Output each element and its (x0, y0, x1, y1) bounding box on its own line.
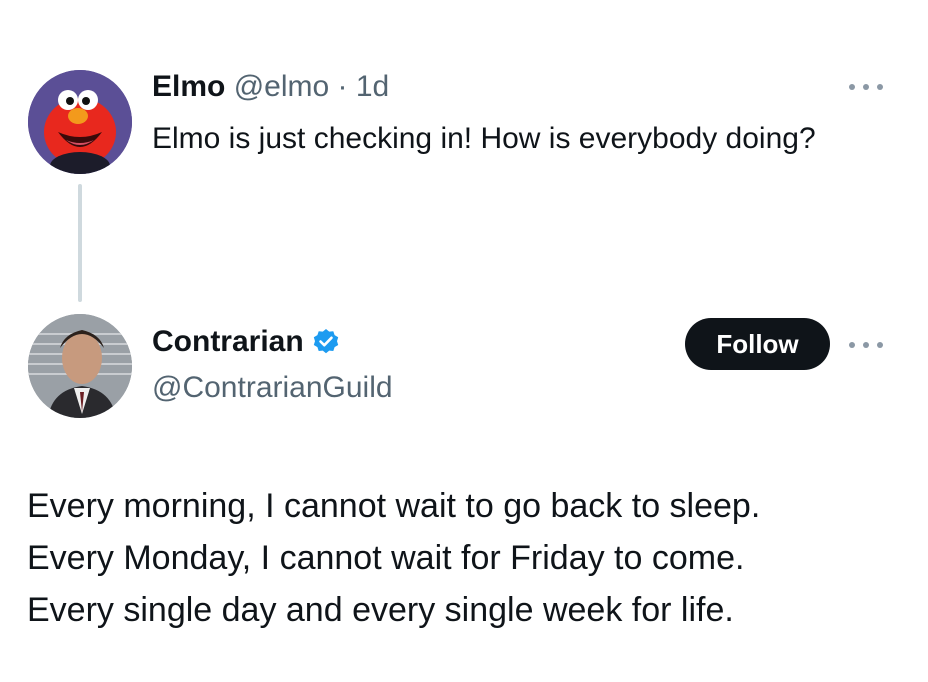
elmo-avatar-image (28, 70, 132, 174)
follow-button[interactable]: Follow (685, 318, 830, 370)
tweet2-text-line: Every Monday, I cannot wait for Friday t… (27, 539, 745, 577)
tweet1-header: Elmo @elmo · 1d (152, 70, 389, 104)
tweet2-text-line: Every single day and every single week f… (27, 591, 734, 629)
more-options-icon[interactable] (849, 340, 883, 350)
tweet1-author-handle[interactable]: @elmo (234, 70, 329, 103)
tweet2-author-name[interactable]: Contrarian (152, 325, 304, 359)
tweet2-text: Every morning, I cannot wait to go back … (27, 480, 907, 636)
contrarian-avatar-image (28, 314, 132, 418)
tweet1-author-name[interactable]: Elmo (152, 70, 225, 103)
thread-connector-line (78, 184, 82, 302)
verified-badge-icon[interactable] (312, 328, 340, 356)
tweet2-author-name-row: Contrarian (152, 325, 340, 359)
more-options-icon[interactable] (849, 82, 883, 92)
tweet2-text-line: Every morning, I cannot wait to go back … (27, 487, 761, 525)
tweet2-author-handle[interactable]: @ContrarianGuild (152, 371, 393, 405)
contrarian-avatar[interactable] (28, 314, 132, 418)
tweet1-timestamp[interactable]: 1d (356, 70, 389, 103)
tweet1-separator: · (337, 70, 348, 103)
elmo-avatar[interactable] (28, 70, 132, 174)
tweet1-text: Elmo is just checking in! How is everybo… (152, 122, 816, 155)
